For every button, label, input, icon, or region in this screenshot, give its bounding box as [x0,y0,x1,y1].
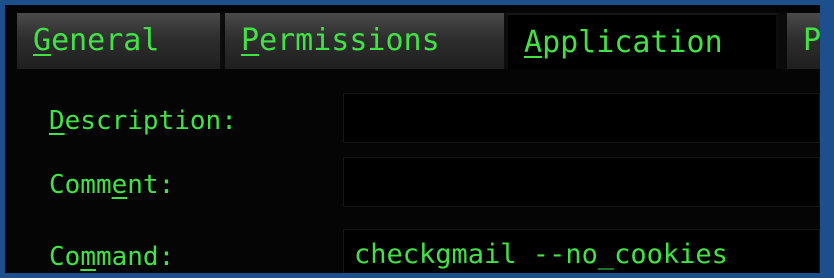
tab-general[interactable]: General [17,13,223,69]
tab-application[interactable]: Application [505,13,779,69]
tab-partial[interactable]: P [787,13,820,69]
command-row: Command: checkgmail --no_cookies [5,229,820,273]
command-input[interactable]: checkgmail --no_cookies [343,229,820,273]
tab-bar: General Permissions Application P [17,13,820,69]
description-label: Description: [49,106,237,136]
mnemonic-char: P [241,23,260,58]
description-input[interactable] [343,93,820,143]
tab-permissions[interactable]: Permissions [225,13,507,69]
comment-input[interactable] [343,157,820,207]
mnemonic-char: A [524,25,543,60]
comment-row: Comment: [5,157,820,213]
mnemonic-char: D [49,106,65,136]
properties-dialog: General Permissions Application P Descri… [0,0,834,278]
mnemonic-char: e [111,170,128,200]
mnemonic-char: G [33,23,52,58]
mnemonic-char: m [80,242,96,272]
comment-label: Comment: [49,170,175,200]
command-label: Command: [49,242,175,272]
description-row: Description: [5,93,820,149]
